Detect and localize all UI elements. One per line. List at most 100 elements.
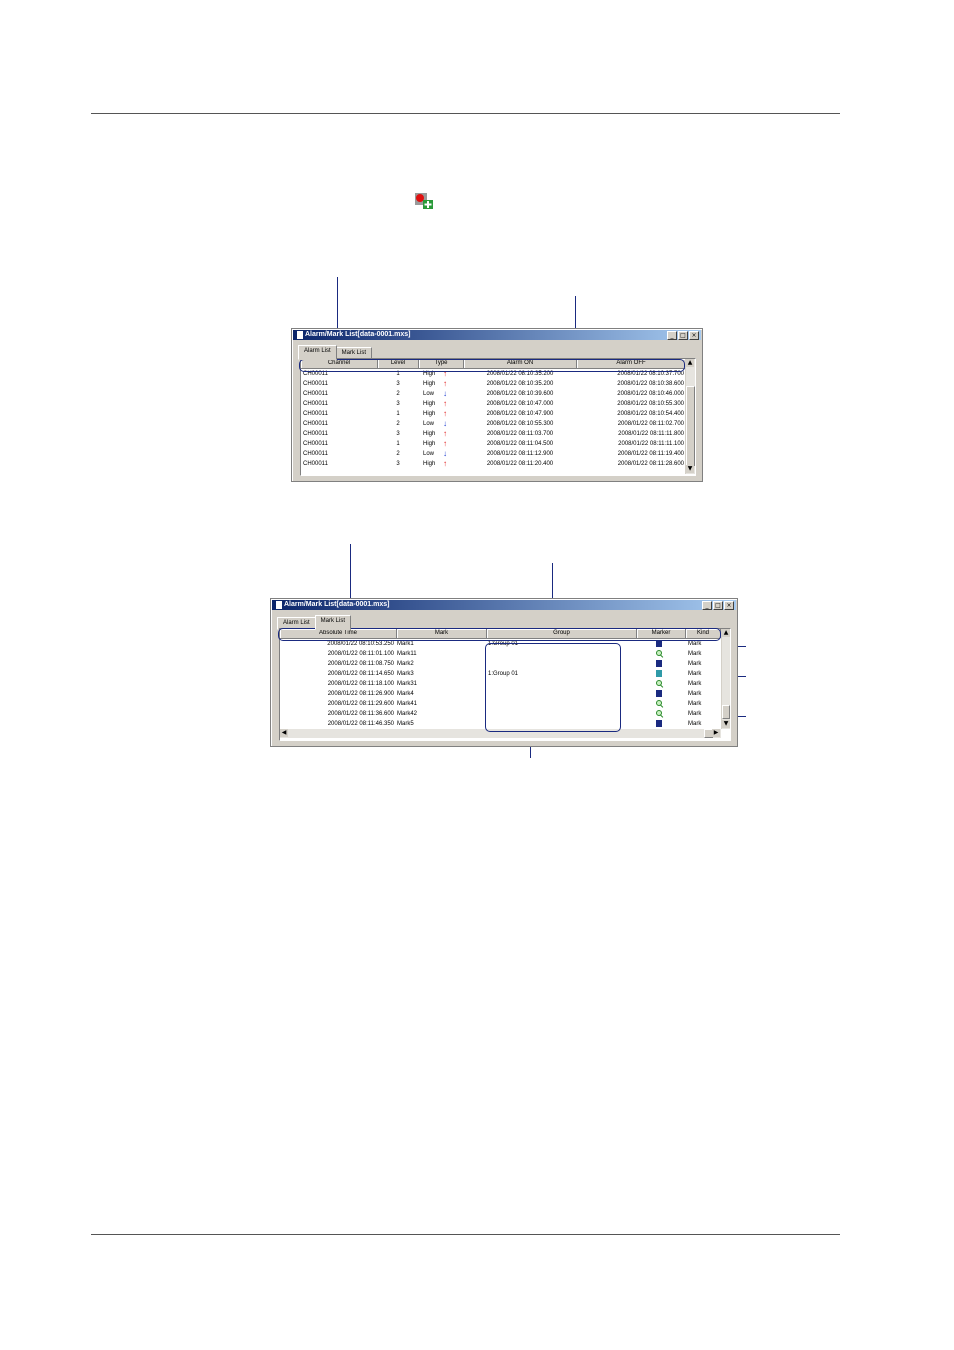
cell-marker	[656, 679, 668, 689]
window-titlebar[interactable]: Alarm/Mark List[data-0001.mxs] _ □ ×	[293, 330, 701, 340]
cell-type: High	[423, 381, 436, 387]
cell-mark: Mark11	[397, 651, 417, 657]
cell-channel: CH00011	[303, 431, 328, 437]
table-row[interactable]: CH00011 2 Low 2008/01/22 08:11:12.900 2008/0…	[301, 449, 685, 459]
scroll-right-icon[interactable]: ▶	[712, 729, 720, 737]
table-row[interactable]: CH00011 3 High 2008/01/22 08:10:47.000 2008/…	[301, 399, 685, 409]
scroll-down-icon[interactable]: ▼	[722, 720, 730, 728]
cell-marker	[656, 649, 668, 659]
document-icon	[274, 601, 282, 609]
table-row[interactable]: CH00011 3 High 2008/01/22 08:10:35.200 2008/…	[301, 379, 685, 389]
cell-kind: Mark	[688, 671, 702, 677]
cell-mark: Mark3	[397, 671, 414, 677]
table-row[interactable]: CH00011 3 High 2008/01/22 08:11:20.400 2008/…	[301, 459, 685, 469]
arrow-down-icon: ↓	[443, 389, 447, 398]
cell-level: 3	[396, 381, 400, 387]
table-row[interactable]: CH00011 2 Low 2008/01/22 08:10:55.300 2008/0…	[301, 419, 685, 429]
cell-alarm-off: 2008/01/22 08:10:38.600	[617, 381, 684, 387]
cell-mark: Mark41	[397, 701, 418, 707]
cell-type: High	[423, 411, 436, 417]
cell-channel: CH00011	[303, 411, 328, 417]
marker-book-icon	[656, 689, 662, 697]
close-icon[interactable]: ×	[689, 331, 699, 340]
cell-level: 1	[396, 441, 400, 447]
cell-alarm-off: 2008/01/22 08:10:54.400	[617, 411, 684, 417]
marker-search-icon	[656, 709, 663, 717]
cell-absolute-time: 2008/01/22 08:11:18.100	[327, 681, 394, 687]
cell-type: High	[423, 461, 436, 467]
cell-level: 3	[396, 431, 400, 437]
alarm-mark-window-alarm-tab: Alarm/Mark List[data-0001.mxs] _ □ × Ala…	[291, 328, 703, 482]
cell-level: 2	[396, 391, 400, 397]
close-icon[interactable]: ×	[724, 601, 734, 610]
scroll-thumb[interactable]	[722, 705, 730, 719]
cell-mark: Mark31	[397, 681, 418, 687]
arrow-up-icon: ↑	[443, 399, 447, 408]
table-row[interactable]: CH00011 2 Low 2008/01/22 08:10:39.600 2008/0…	[301, 389, 685, 399]
vertical-scrollbar[interactable]: ▲ ▼	[721, 629, 730, 729]
maximize-icon[interactable]: □	[678, 331, 688, 340]
cell-level: 2	[396, 451, 400, 457]
table-row[interactable]: CH00011 3 High 2008/01/22 08:11:03.700 2008/…	[301, 429, 685, 439]
cell-alarm-on: 2008/01/22 08:11:03.700	[486, 431, 554, 437]
scroll-left-icon[interactable]: ◀	[280, 729, 288, 737]
marker-search-icon	[656, 699, 663, 707]
cell-channel: CH00011	[303, 391, 328, 397]
tab-mark-list[interactable]: Mark List	[314, 615, 352, 630]
cell-marker	[656, 689, 668, 699]
marker-book-icon	[656, 669, 662, 677]
marker-search-icon	[656, 679, 663, 687]
cell-channel: CH00011	[303, 451, 328, 457]
cell-channel: CH00011	[303, 441, 328, 447]
cell-channel: CH00011	[303, 461, 328, 467]
scroll-up-icon[interactable]: ▲	[722, 629, 730, 637]
minimize-icon[interactable]: _	[667, 331, 677, 340]
column-header-highlight	[299, 359, 685, 372]
cell-alarm-on: 2008/01/22 08:10:35.200	[486, 381, 554, 387]
cell-mark: Mark5	[397, 721, 414, 727]
arrow-down-icon: ↓	[443, 449, 447, 458]
scroll-thumb[interactable]	[686, 386, 695, 466]
table-row[interactable]: CH00011 1 High 2008/01/22 08:11:04.500 2008/…	[301, 439, 685, 449]
cell-type: Low	[423, 421, 435, 427]
cell-channel: CH00011	[303, 381, 328, 387]
cell-type: High	[423, 431, 436, 437]
window-title: Alarm/Mark List[data-0001.mxs]	[284, 601, 390, 608]
arrow-up-icon: ↑	[443, 439, 447, 448]
maximize-icon[interactable]: □	[713, 601, 723, 610]
scroll-down-icon[interactable]: ▼	[686, 465, 694, 473]
vertical-scrollbar[interactable]: ▲ ▼	[685, 359, 695, 474]
window-titlebar[interactable]: Alarm/Mark List[data-0001.mxs] _ □ ×	[272, 600, 736, 610]
arrow-up-icon: ↑	[443, 429, 447, 438]
marker-book-icon	[656, 719, 662, 727]
cell-kind: Mark	[688, 651, 702, 657]
cell-type: Low	[423, 391, 435, 397]
cell-alarm-on: 2008/01/22 08:10:47.000	[486, 401, 554, 407]
footer-rule	[91, 1234, 840, 1235]
scroll-up-icon[interactable]: ▲	[686, 359, 694, 367]
cell-alarm-on: 2008/01/22 08:10:55.300	[486, 421, 554, 427]
cell-type: High	[423, 441, 436, 447]
cell-kind: Mark	[688, 701, 702, 707]
cell-kind: Mark	[688, 721, 702, 727]
cell-absolute-time: 2008/01/22 08:11:26.900	[327, 691, 394, 697]
minimize-icon[interactable]: _	[702, 601, 712, 610]
cell-alarm-off: 2008/01/22 08:11:28.600	[617, 461, 684, 467]
cell-level: 2	[396, 421, 400, 427]
cell-kind: Mark	[688, 691, 702, 697]
cell-absolute-time: 2008/01/22 08:11:08.750	[327, 661, 394, 667]
cell-alarm-off: 2008/01/22 08:11:02.700	[617, 421, 684, 427]
marker-book-icon	[656, 659, 662, 667]
cell-alarm-on: 2008/01/22 08:10:39.600	[486, 391, 554, 397]
cell-marker	[656, 719, 668, 729]
cell-kind: Mark	[688, 681, 702, 687]
header-rule	[91, 113, 840, 114]
cell-alarm-off: 2008/01/22 08:11:19.400	[617, 451, 684, 457]
cell-absolute-time: 2008/01/22 08:11:01.100	[327, 651, 394, 657]
alarm-list-table: Channel Level Type Alarm ON Alarm OFF CH…	[300, 358, 696, 476]
table-row[interactable]: CH00011 1 High 2008/01/22 08:10:47.900 2008/…	[301, 409, 685, 419]
cell-alarm-on: 2008/01/22 08:11:20.400	[486, 461, 554, 467]
document-icon	[295, 331, 303, 339]
arrow-down-icon: ↓	[443, 419, 447, 428]
tab-alarm-list[interactable]: Alarm List	[298, 345, 337, 360]
